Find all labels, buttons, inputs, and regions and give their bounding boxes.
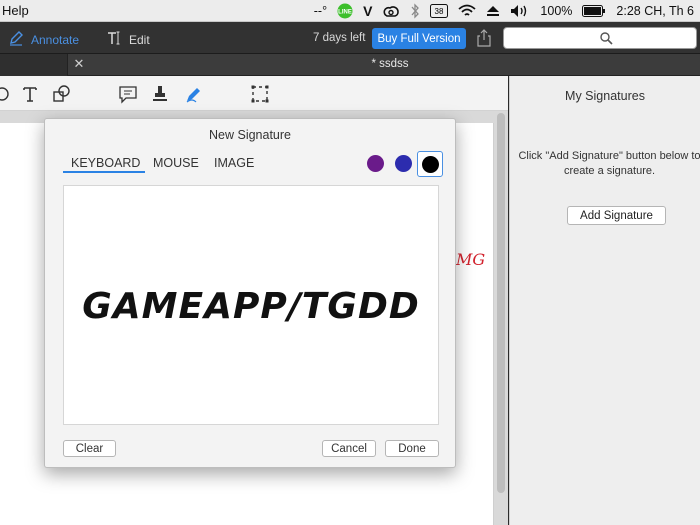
- active-tab-indicator: [63, 171, 145, 173]
- buy-full-version-button[interactable]: Buy Full Version: [372, 28, 466, 49]
- clock[interactable]: 2:28 CH, Th 6: [616, 3, 694, 19]
- stamp-icon[interactable]: [150, 84, 170, 104]
- annotate-button[interactable]: Annotate: [8, 30, 79, 49]
- annotation-toolbar: [0, 76, 508, 111]
- add-signature-button[interactable]: Add Signature: [567, 206, 666, 225]
- bluetooth-icon[interactable]: [410, 3, 420, 19]
- keyboard-input-icon[interactable]: 38: [430, 3, 449, 19]
- edit-button[interactable]: Edit: [106, 30, 150, 49]
- note-icon[interactable]: [118, 84, 138, 104]
- pen-icon: [8, 30, 24, 49]
- color-swatch-purple[interactable]: [367, 155, 384, 172]
- done-button[interactable]: Done: [385, 440, 439, 457]
- search-input[interactable]: [503, 27, 697, 49]
- shapes-icon[interactable]: [52, 84, 72, 104]
- v-icon[interactable]: V: [363, 3, 372, 19]
- new-signature-dialog: New Signature KEYBOARD MOUSE IMAGE GAMEA…: [44, 118, 456, 468]
- wifi-icon[interactable]: [458, 3, 477, 19]
- tab-document-title[interactable]: * ssdss: [340, 58, 440, 70]
- creative-cloud-icon[interactable]: [382, 3, 400, 19]
- signatures-hint: Click "Add Signature" button below to cr…: [518, 150, 700, 177]
- share-icon[interactable]: [476, 28, 492, 48]
- close-tab-icon[interactable]: ✕: [72, 57, 86, 71]
- app-toolbar: Annotate Edit 7 days left Buy Full Versi…: [0, 22, 700, 54]
- tab-bar: ✕ * ssdss: [0, 54, 700, 76]
- battery-icon[interactable]: [582, 3, 606, 19]
- battery-percent[interactable]: 100%: [540, 3, 572, 19]
- color-swatch-blue[interactable]: [395, 155, 412, 172]
- menu-bar: Help --° LINE V 38 100% 2:28 CH, Th 6: [0, 0, 700, 22]
- tab-image[interactable]: IMAGE: [214, 156, 254, 170]
- document-text-fragment: MG: [456, 250, 486, 269]
- menu-help[interactable]: Help: [2, 3, 29, 18]
- signature-preview: GAMEAPP/TGDD: [82, 286, 420, 327]
- signature-pen-icon[interactable]: [184, 84, 204, 104]
- svg-text:38: 38: [435, 7, 444, 16]
- text-cursor-icon: [106, 30, 122, 49]
- color-swatch-selected-frame[interactable]: [417, 151, 443, 177]
- signature-canvas[interactable]: GAMEAPP/TGDD: [63, 185, 439, 425]
- annotate-label: Annotate: [31, 32, 80, 47]
- search-icon: [600, 32, 613, 50]
- move-icon[interactable]: [0, 84, 12, 104]
- signatures-panel-title: My Signatures: [565, 89, 645, 103]
- volume-icon[interactable]: [510, 3, 530, 19]
- trial-days-text: 7 days left: [313, 32, 366, 44]
- eject-icon[interactable]: [486, 3, 500, 19]
- dialog-title: New Signature: [209, 128, 291, 142]
- tab-inactive[interactable]: [0, 54, 68, 76]
- clear-button[interactable]: Clear: [63, 440, 116, 457]
- tab-mouse[interactable]: MOUSE: [153, 156, 199, 170]
- color-swatch-black[interactable]: [422, 156, 439, 173]
- tab-keyboard[interactable]: KEYBOARD: [71, 156, 140, 170]
- signatures-panel: My Signatures Click "Add Signature" butt…: [509, 76, 700, 525]
- cancel-button[interactable]: Cancel: [322, 440, 376, 457]
- text-icon[interactable]: [20, 84, 40, 104]
- svg-text:LINE: LINE: [338, 10, 352, 16]
- crop-selection-icon[interactable]: [250, 84, 270, 104]
- temperature-indicator[interactable]: --°: [314, 3, 327, 19]
- document-scrollbar[interactable]: [497, 113, 505, 493]
- line-icon[interactable]: LINE: [337, 3, 353, 19]
- edit-label: Edit: [129, 32, 150, 47]
- status-area: --° LINE V 38 100% 2:28 CH, Th 6: [314, 0, 694, 22]
